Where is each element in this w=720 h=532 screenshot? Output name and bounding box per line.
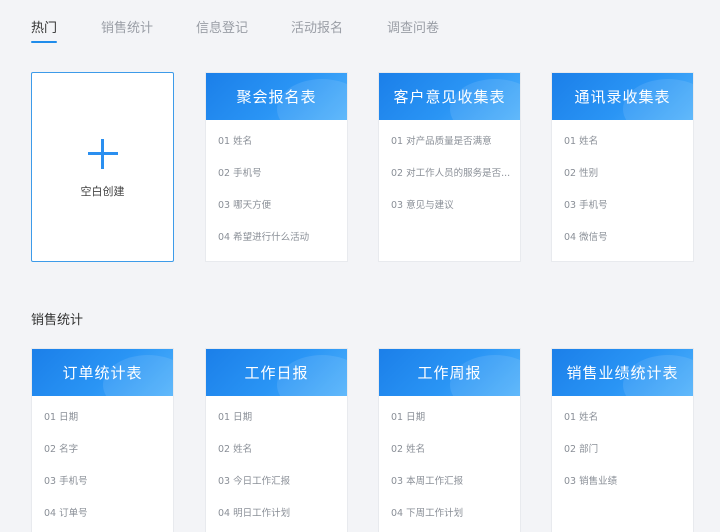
template-card-title: 客户意见收集表	[379, 73, 520, 139]
tab-sales-stats[interactable]: 销售统计	[101, 20, 153, 38]
template-field: 03 今日工作汇报	[218, 476, 291, 487]
template-field: 02 性别	[564, 168, 599, 179]
section-title-sales: 销售统计	[31, 313, 84, 328]
tab-hot[interactable]: 热门	[31, 20, 58, 43]
template-field: 04 明日工作计划	[218, 508, 291, 519]
template-field: 02 手机号	[218, 168, 262, 179]
tab-event-signup[interactable]: 活动报名	[291, 20, 343, 38]
template-card-title: 通讯录收集表	[552, 73, 693, 139]
template-field: 02 姓名	[391, 444, 426, 455]
template-field: 03 手机号	[564, 200, 608, 211]
blank-create-label: 空白创建	[80, 185, 125, 198]
template-field: 03 本周工作汇报	[391, 476, 464, 487]
template-card-title: 聚会报名表	[206, 73, 347, 139]
template-field: 03 销售业绩	[564, 476, 618, 487]
template-field: 03 意见与建议	[391, 200, 454, 211]
template-field: 02 名字	[44, 444, 79, 455]
blank-create-card[interactable]: 空白创建	[31, 72, 174, 262]
template-field: 02 对工作人员的服务是否...	[391, 168, 511, 179]
template-card-contacts[interactable]: 通讯录收集表 01 姓名 02 性别 03 手机号 04 微信号	[551, 72, 694, 262]
template-card-daily-report[interactable]: 工作日报 01 日期 02 姓名 03 今日工作汇报 04 明日工作计划	[205, 348, 348, 532]
template-field: 02 部门	[564, 444, 599, 455]
template-card-title: 工作周报	[379, 349, 520, 415]
template-card-title: 销售业绩统计表	[552, 349, 693, 415]
tab-survey[interactable]: 调查问卷	[387, 20, 439, 38]
template-field: 03 哪天方便	[218, 200, 272, 211]
template-field: 04 微信号	[564, 232, 608, 243]
template-card-party-signup[interactable]: 聚会报名表 01 姓名 02 手机号 03 哪天方便 04 希望进行什么活动	[205, 72, 348, 262]
tab-info-registration[interactable]: 信息登记	[196, 20, 248, 38]
template-field: 02 姓名	[218, 444, 253, 455]
template-field: 04 下周工作计划	[391, 508, 464, 519]
template-field: 03 手机号	[44, 476, 88, 487]
template-card-weekly-report[interactable]: 工作周报 01 日期 02 姓名 03 本周工作汇报 04 下周工作计划	[378, 348, 521, 532]
template-field: 04 订单号	[44, 508, 88, 519]
template-card-title: 工作日报	[206, 349, 347, 415]
plus-icon	[87, 139, 118, 169]
template-card-title: 订单统计表	[32, 349, 173, 415]
template-card-sales-performance[interactable]: 销售业绩统计表 01 姓名 02 部门 03 销售业绩	[551, 348, 694, 532]
template-card-order-stats[interactable]: 订单统计表 01 日期 02 名字 03 手机号 04 订单号	[31, 348, 174, 532]
template-card-customer-feedback[interactable]: 客户意见收集表 01 对产品质量是否满意 02 对工作人员的服务是否... 03…	[378, 72, 521, 262]
template-field: 04 希望进行什么活动	[218, 232, 310, 243]
